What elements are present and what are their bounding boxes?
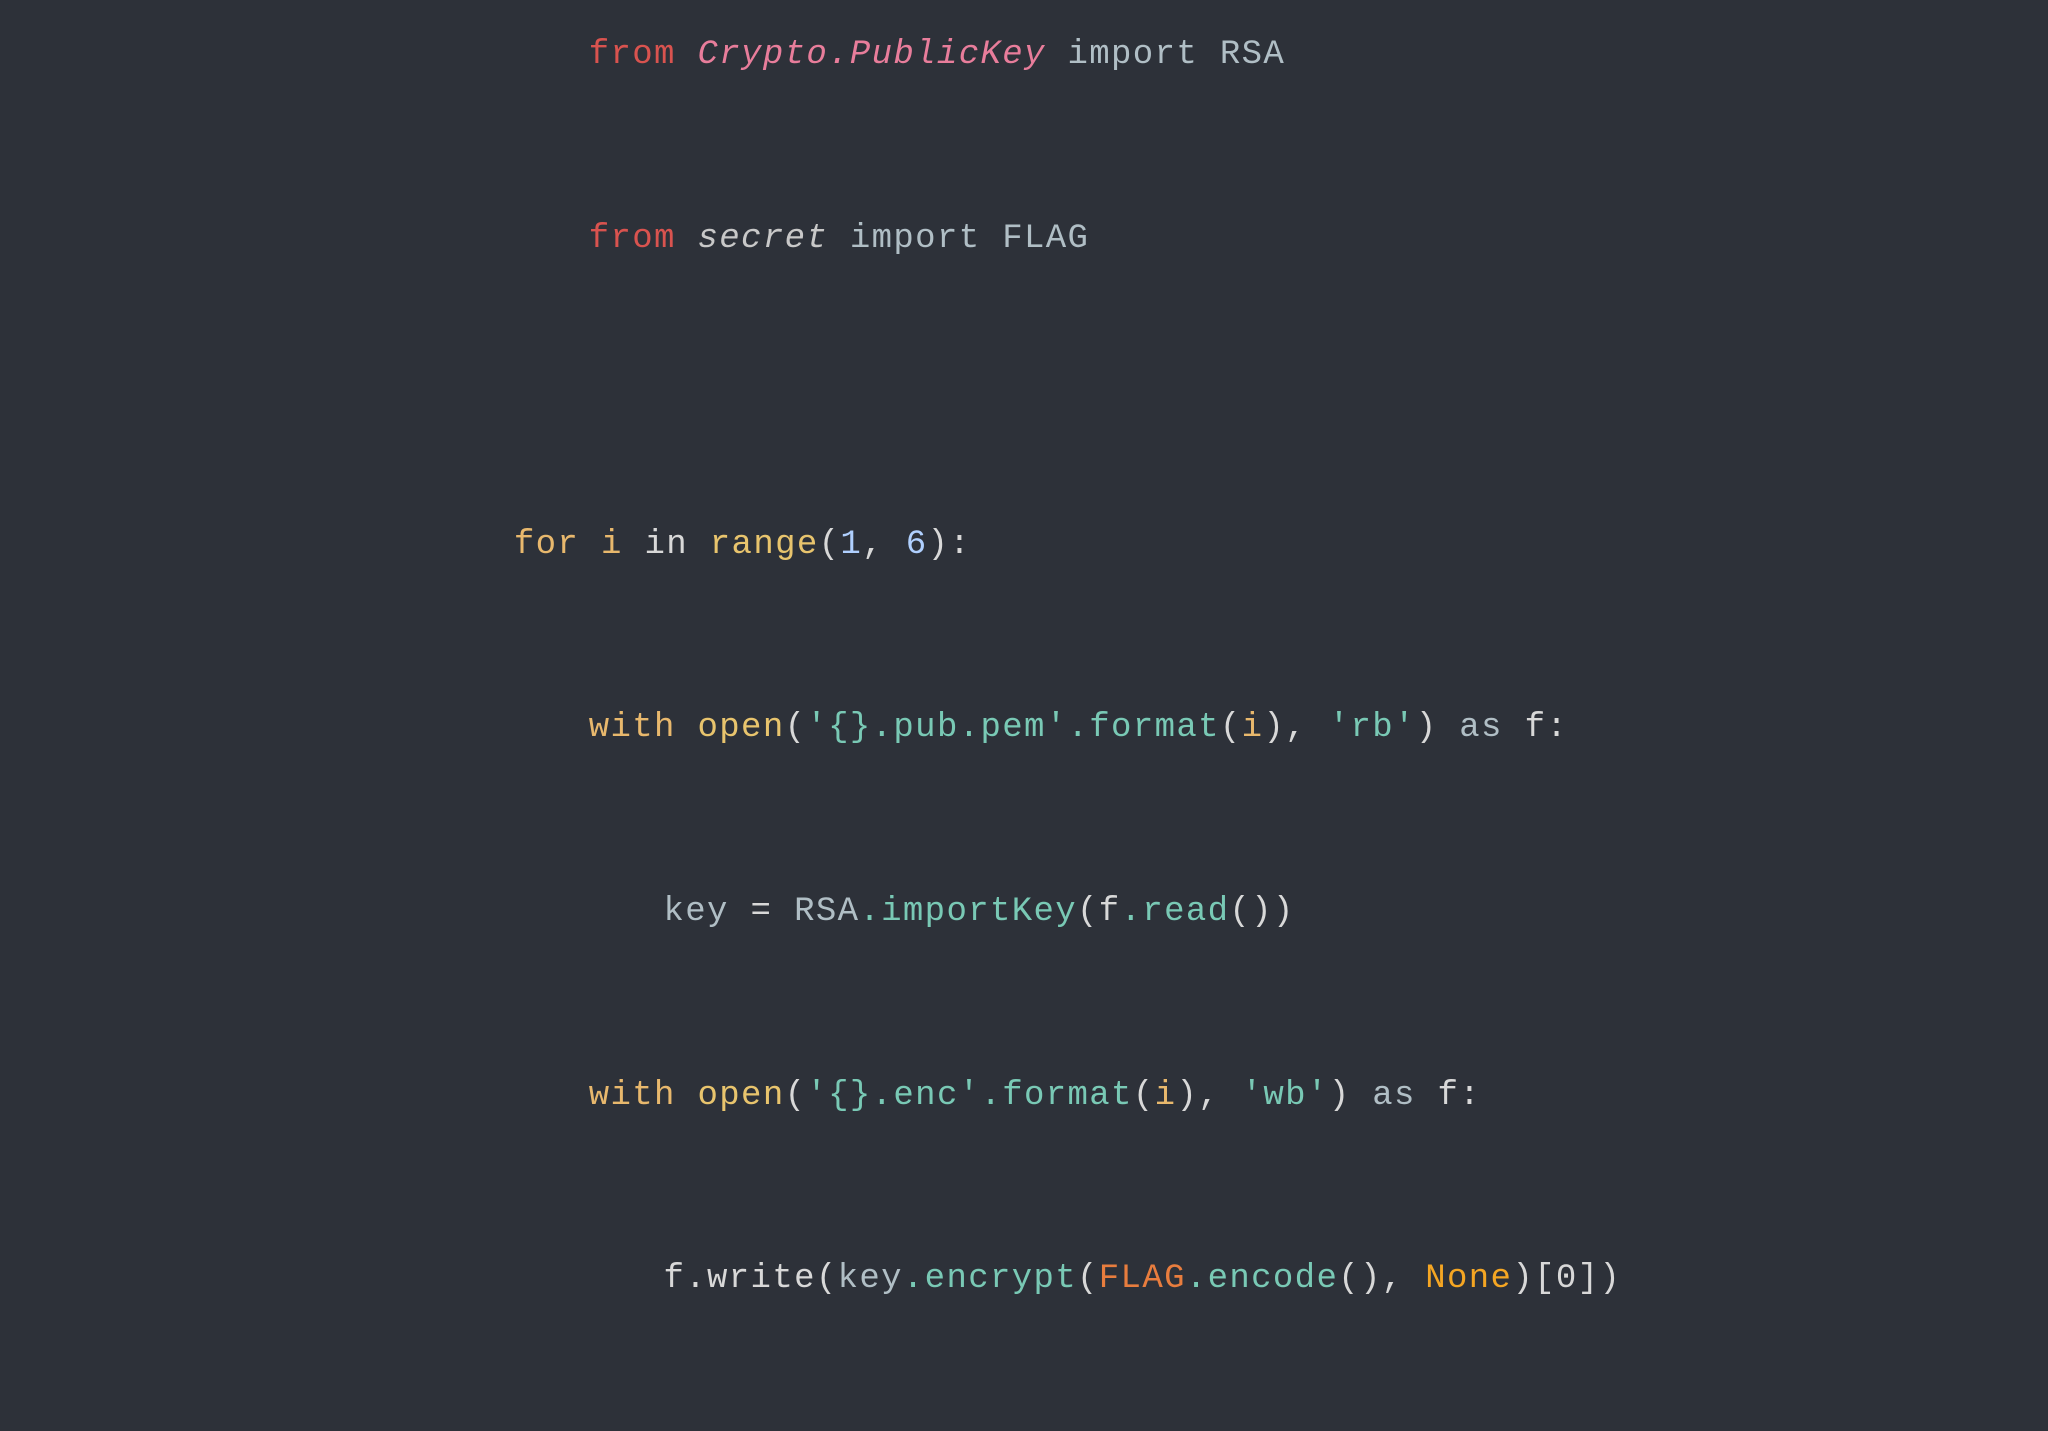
paren-14: ( <box>816 1260 838 1298</box>
line-fwrite: f.write(key.encrypt(FLAG.encode(), None)… <box>427 1188 1621 1372</box>
paren-7: ( <box>1077 893 1099 931</box>
keyword-from-2: from <box>589 220 698 258</box>
var-key: key <box>664 893 729 931</box>
comma-3: , <box>1198 1077 1242 1115</box>
var-f-1: f <box>1525 709 1547 747</box>
paren-8: () <box>1229 893 1273 931</box>
kw-as-1 <box>1438 709 1460 747</box>
module-crypto: Crypto.PublicKey <box>698 36 1046 74</box>
comma-4: , <box>1382 1260 1426 1298</box>
keyword-none: None <box>1425 1260 1512 1298</box>
paren-6: ) <box>1416 709 1438 747</box>
keyword-as-2: as <box>1372 1077 1416 1115</box>
keyword-from-1: from <box>589 36 698 74</box>
sp-2 <box>1350 1077 1372 1115</box>
keyword-import-2: import <box>828 220 1002 258</box>
paren-3: ( <box>785 709 807 747</box>
name-rsa-2: RSA <box>794 893 859 931</box>
equals-1: = <box>729 893 794 931</box>
dot-format-1: .format <box>1068 709 1220 747</box>
num-6: 6 <box>906 526 928 564</box>
line-import1: from Crypto.PublicKey import RSA <box>427 0 1621 148</box>
line-for-loop: for i in range(1, 6): <box>427 454 1621 638</box>
sp-3 <box>1416 1077 1438 1115</box>
paren-15: ( <box>1077 1260 1099 1298</box>
colon-1: : <box>949 526 971 564</box>
paren-17: ) <box>1512 1260 1534 1298</box>
var-f-2: f <box>1099 893 1121 931</box>
name-flag-2: FLAG <box>1099 1260 1186 1298</box>
colon-3: : <box>1459 1077 1481 1115</box>
var-key-2: key <box>838 1260 903 1298</box>
line-with1: with open('{}.pub.pem'.format(i), 'rb') … <box>427 637 1621 821</box>
name-secret: secret <box>698 220 829 258</box>
paren-4: ( <box>1220 709 1242 747</box>
method-read: .read <box>1121 893 1230 931</box>
paren-10: ( <box>785 1077 807 1115</box>
bracket-1: [0] <box>1534 1260 1599 1298</box>
code-block: #!/usr/bin/env python3 from Crypto.Publi… <box>347 0 1701 1431</box>
blank-line-1 <box>427 331 1621 392</box>
dot-format-2: .format <box>980 1077 1132 1115</box>
method-importkey: .importKey <box>859 893 1077 931</box>
paren-2: ) <box>927 526 949 564</box>
paren-16: () <box>1338 1260 1382 1298</box>
paren-13: ) <box>1329 1077 1351 1115</box>
string-enc: '{}.enc' <box>806 1077 980 1115</box>
comma-2: , <box>1285 709 1329 747</box>
keyword-with-2: with <box>589 1077 698 1115</box>
string-pub-pem: '{}.pub.pem' <box>806 709 1067 747</box>
name-flag: FLAG <box>1002 220 1089 258</box>
keyword-with-1: with <box>589 709 698 747</box>
paren-11: ( <box>1133 1077 1155 1115</box>
blank-line-2 <box>427 392 1621 453</box>
kw-in: in <box>623 526 710 564</box>
method-encode: .encode <box>1186 1260 1338 1298</box>
var-i-3: i <box>1155 1077 1177 1115</box>
var-f-3: f <box>1438 1077 1460 1115</box>
colon-2: : <box>1546 709 1568 747</box>
builtin-open-1: open <box>698 709 785 747</box>
paren-12: ) <box>1176 1077 1198 1115</box>
string-wb: 'wb' <box>1242 1077 1329 1115</box>
keyword-import-1: import <box>1046 36 1220 74</box>
name-rsa: RSA <box>1220 36 1285 74</box>
comma-1: , <box>862 526 906 564</box>
paren-9: ) <box>1273 893 1295 931</box>
paren-5: ) <box>1263 709 1285 747</box>
sp-1 <box>1503 709 1525 747</box>
line-key-assign: key = RSA.importKey(f.read()) <box>427 821 1621 1005</box>
string-rb: 'rb' <box>1329 709 1416 747</box>
var-i-2: i <box>1242 709 1264 747</box>
method-encrypt: .encrypt <box>903 1260 1077 1298</box>
line-with2: with open('{}.enc'.format(i), 'wb') as f… <box>427 1004 1621 1188</box>
var-f-4: f <box>664 1260 686 1298</box>
paren-1: ( <box>819 526 841 564</box>
builtin-range: range <box>710 526 819 564</box>
var-i-1: i <box>601 526 623 564</box>
keyword-for: for <box>514 526 601 564</box>
method-write: .write <box>685 1260 816 1298</box>
keyword-as-1: as <box>1459 709 1503 747</box>
builtin-open-2: open <box>698 1077 785 1115</box>
num-1: 1 <box>840 526 862 564</box>
line-import2: from secret import FLAG <box>427 148 1621 332</box>
paren-18: ) <box>1599 1260 1621 1298</box>
